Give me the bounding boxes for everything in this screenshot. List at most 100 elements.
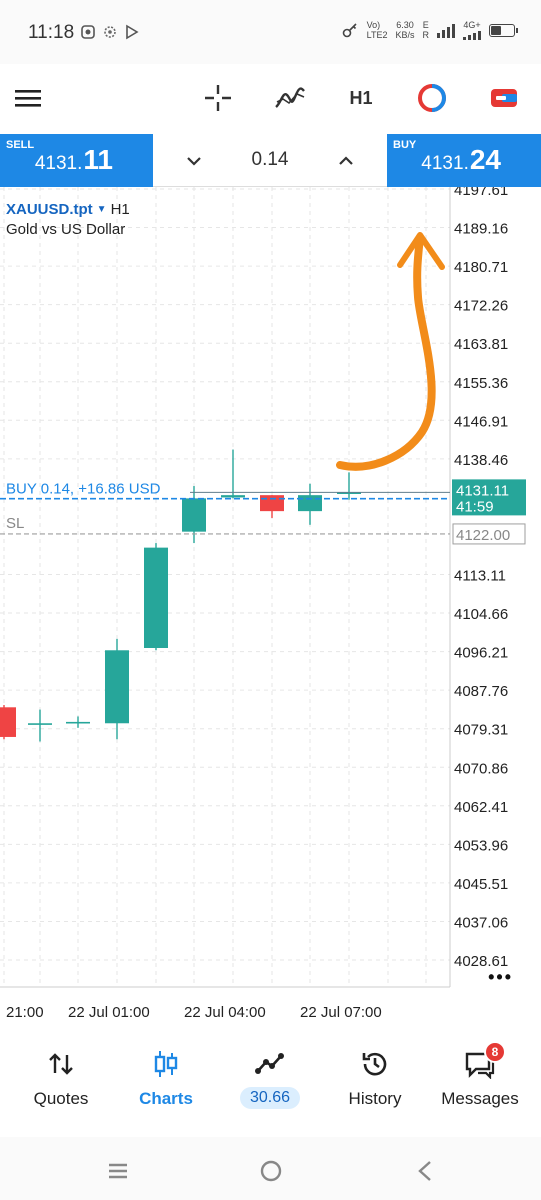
candle-bear (0, 707, 16, 737)
candle-bull (298, 495, 322, 512)
nav-trade[interactable]: 30.66 (216, 1047, 324, 1109)
nav-quotes[interactable]: Quotes (7, 1047, 115, 1109)
recent-apps-button[interactable] (103, 1157, 133, 1185)
home-button[interactable] (256, 1157, 286, 1185)
buy-price-main: 4131. (421, 153, 469, 174)
timeframe-button[interactable]: H1 (342, 78, 380, 118)
buy-label: BUY (393, 139, 417, 151)
sl-label: SL (6, 515, 24, 532)
price-axis-label: 4045.51 (454, 876, 508, 893)
price-axis-label: 4146.91 (454, 413, 508, 430)
candle-bull (221, 495, 245, 498)
crosshair-button[interactable] (200, 78, 236, 118)
history-icon (362, 1052, 387, 1076)
price-axis-label: 4113.11 (454, 568, 506, 585)
sell-price-main: 4131. (34, 153, 83, 174)
home-icon (260, 1160, 282, 1182)
bottom-nav: Quotes Charts 30.66 History 8 Messages (0, 1025, 541, 1137)
one-click-trading-icon (418, 84, 446, 112)
sl-price-label: 4122.00 (456, 527, 510, 544)
time-axis-label: 21:00 (6, 1004, 44, 1021)
status-time: 11:18 (28, 22, 75, 43)
volume-input[interactable]: 0.14 (223, 149, 317, 171)
battery-icon (489, 23, 518, 37)
system-nav-bar (0, 1137, 541, 1200)
symbol-timeframe: H1 (110, 201, 130, 218)
symbol-selector[interactable]: XAUUSD.tpt ▼ H1 (6, 201, 130, 218)
menu-button[interactable] (12, 78, 44, 118)
annotation-arrow-shaft (336, 233, 436, 471)
one-click-trading-button[interactable] (414, 78, 450, 118)
sell-label: SELL (6, 139, 35, 151)
price-axis-label: 4087.76 (454, 683, 508, 700)
volume-increase-button[interactable] (331, 146, 361, 176)
price-axis-label: 4172.26 (454, 298, 508, 315)
candlestick-chart[interactable]: 4197.61 4189.16 4180.71 4172.26 4163.81 4155.… (0, 187, 541, 1025)
price-axis-label: 4189.16 (454, 221, 508, 238)
mode-r-label: R (422, 30, 430, 40)
buy-button[interactable]: BUY 4131. 24 (387, 134, 541, 187)
nav-charts-label: Charts (139, 1089, 193, 1108)
time-axis-label: 22 Jul 01:00 (68, 1004, 150, 1021)
candle-bull (28, 723, 52, 725)
nav-charts[interactable]: Charts (112, 1047, 220, 1109)
volume-control: 0.14 (153, 134, 387, 187)
key-icon (342, 23, 357, 38)
price-axis-label: 4053.96 (454, 837, 508, 854)
countdown-label: 41:59 (456, 498, 494, 515)
candle-bear (260, 495, 284, 512)
network-speed: 6.30 (396, 20, 414, 30)
crosshair-icon (205, 85, 231, 111)
messages-badge: 8 (484, 1041, 506, 1063)
price-axis-label: 4079.31 (454, 722, 508, 739)
symbol-dropdown-icon: ▼ (96, 204, 107, 215)
nav-trade-profit: 30.66 (239, 1087, 301, 1109)
volume-decrease-button[interactable] (179, 146, 209, 176)
net-4g-label: 4G+ (463, 20, 481, 30)
nav-history[interactable]: History (321, 1047, 429, 1109)
price-axis-label: 4104.66 (454, 606, 508, 623)
indicators-icon (275, 87, 305, 108)
current-price-label: 4131.11 (456, 482, 509, 499)
nav-messages[interactable]: 8 Messages (426, 1041, 534, 1109)
indicators-button[interactable] (270, 78, 310, 118)
signal-4g-icon (463, 30, 481, 40)
volte-label: Vo) (366, 20, 381, 30)
charts-icon (154, 1051, 178, 1077)
chevron-up-icon (339, 156, 353, 165)
candle-bull (144, 547, 168, 648)
buy-price-big: 24 (469, 144, 501, 175)
price-axis-label: 4163.81 (454, 336, 508, 353)
nav-messages-label: Messages (441, 1089, 519, 1108)
time-axis-label: 22 Jul 07:00 (300, 1004, 382, 1021)
signal-icon (437, 22, 455, 38)
recent-apps-icon (109, 1163, 127, 1179)
sell-button[interactable]: SELL 4131. 11 (0, 134, 153, 187)
nav-quotes-label: Quotes (33, 1089, 89, 1108)
nav-history-label: History (348, 1089, 402, 1108)
candle-bull (182, 498, 206, 532)
back-button[interactable] (410, 1157, 440, 1185)
settings-icon (104, 26, 116, 38)
trade-button[interactable] (486, 78, 522, 118)
symbol-description: Gold vs US Dollar (6, 221, 126, 238)
chart-toolbar: H1 (0, 64, 541, 134)
trade-icon (491, 89, 517, 107)
mode-e-label: E (422, 20, 429, 30)
gear-icon (81, 25, 95, 39)
chevron-down-icon (187, 157, 201, 166)
network-unit: KB/s (395, 30, 415, 40)
position-label: BUY 0.14, +16.86 USD (6, 481, 161, 498)
price-axis-label: 4180.71 (454, 259, 508, 276)
price-axis-label: 4096.21 (454, 645, 508, 662)
candle-bull (105, 650, 129, 724)
chart-area[interactable]: 4197.61 4189.16 4180.71 4172.26 4163.81 4155.… (0, 187, 541, 1025)
trade-bar: SELL 4131. 11 0.14 BUY 4131. 24 (0, 134, 541, 187)
more-options-button[interactable]: ••• (488, 967, 513, 988)
price-axis-label: 4062.41 (454, 799, 508, 816)
quotes-icon (49, 1053, 73, 1075)
sell-price-big: 11 (83, 144, 113, 175)
trade-chart-icon (255, 1053, 284, 1074)
lte-label: LTE2 (366, 30, 388, 40)
timeframe-label: H1 (349, 87, 373, 108)
